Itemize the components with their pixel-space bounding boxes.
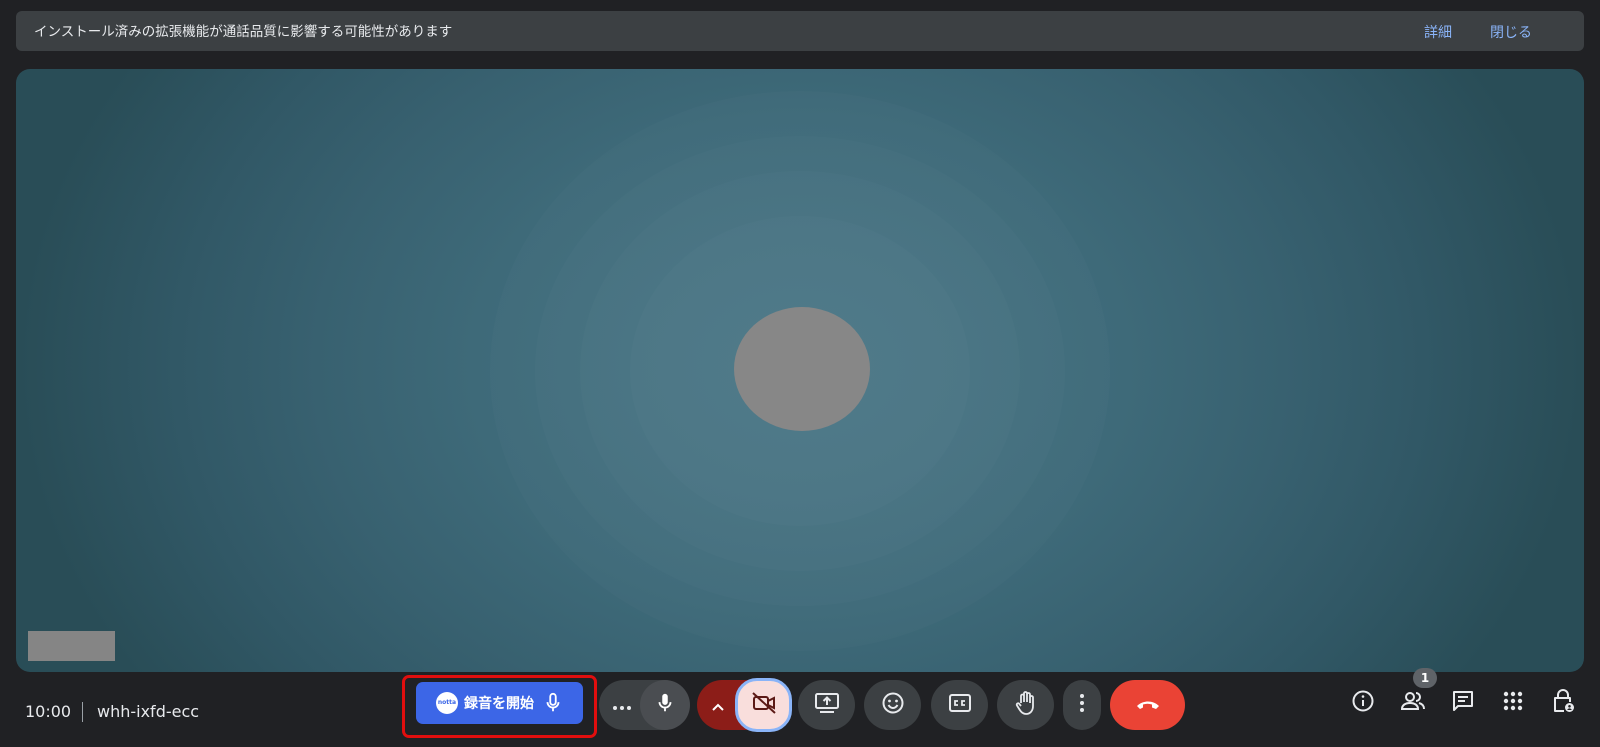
emoji-icon <box>881 691 905 719</box>
notta-logo: notta <box>436 692 458 714</box>
hand-icon <box>1014 690 1038 720</box>
camera-toggle-button[interactable] <box>735 678 792 732</box>
chat-button[interactable] <box>1446 686 1480 720</box>
more-vertical-icon <box>1079 693 1085 717</box>
present-screen-button[interactable] <box>798 680 855 730</box>
participant-count-badge: 1 <box>1413 668 1437 688</box>
videocam-off-icon <box>751 691 777 719</box>
banner-message: インストール済みの拡張機能が通話品質に影響する可能性があります <box>34 24 453 40</box>
meeting-details-button[interactable] <box>1346 686 1380 720</box>
leave-call-button[interactable] <box>1110 680 1185 730</box>
more-options-button[interactable] <box>1063 680 1101 730</box>
bottom-control-bar: 10:00 whh-ixfd-ecc notta 録音を開始 1 <box>0 668 1600 747</box>
mic-icon <box>542 691 564 719</box>
start-recording-label: 録音を開始 <box>464 696 534 712</box>
divider <box>82 702 83 722</box>
more-horizontal-icon <box>612 696 632 715</box>
meeting-code: whh-ixfd-ecc <box>97 702 200 721</box>
extension-warning-banner: インストール済みの拡張機能が通話品質に影響する可能性があります 詳細 閉じる <box>16 11 1584 51</box>
chat-icon <box>1451 689 1475 717</box>
raise-hand-button[interactable] <box>997 680 1054 730</box>
audio-options-button[interactable] <box>599 680 644 730</box>
apps-grid-icon <box>1503 691 1523 715</box>
captions-button[interactable] <box>931 680 988 730</box>
people-button[interactable] <box>1396 686 1430 720</box>
participant-avatar <box>734 307 870 431</box>
call-end-icon <box>1135 696 1161 715</box>
video-stage <box>16 69 1584 672</box>
mic-toggle-button[interactable] <box>640 680 690 730</box>
mic-icon <box>654 691 676 719</box>
reactions-button[interactable] <box>864 680 921 730</box>
chevron-up-icon <box>712 696 724 715</box>
lock-person-icon <box>1551 688 1575 718</box>
camera-options-button[interactable] <box>699 680 737 730</box>
closed-caption-icon <box>948 693 972 717</box>
participant-name-tag <box>28 631 115 661</box>
banner-details-link[interactable]: 詳細 <box>1424 22 1452 42</box>
present-screen-icon <box>814 692 840 718</box>
start-recording-button[interactable]: notta 録音を開始 <box>416 682 583 724</box>
meeting-time: 10:00 <box>25 702 72 721</box>
info-icon <box>1351 689 1375 717</box>
banner-close-link[interactable]: 閉じる <box>1490 22 1532 42</box>
activities-button[interactable] <box>1496 686 1530 720</box>
people-icon <box>1400 690 1426 716</box>
host-controls-button[interactable] <box>1546 686 1580 720</box>
